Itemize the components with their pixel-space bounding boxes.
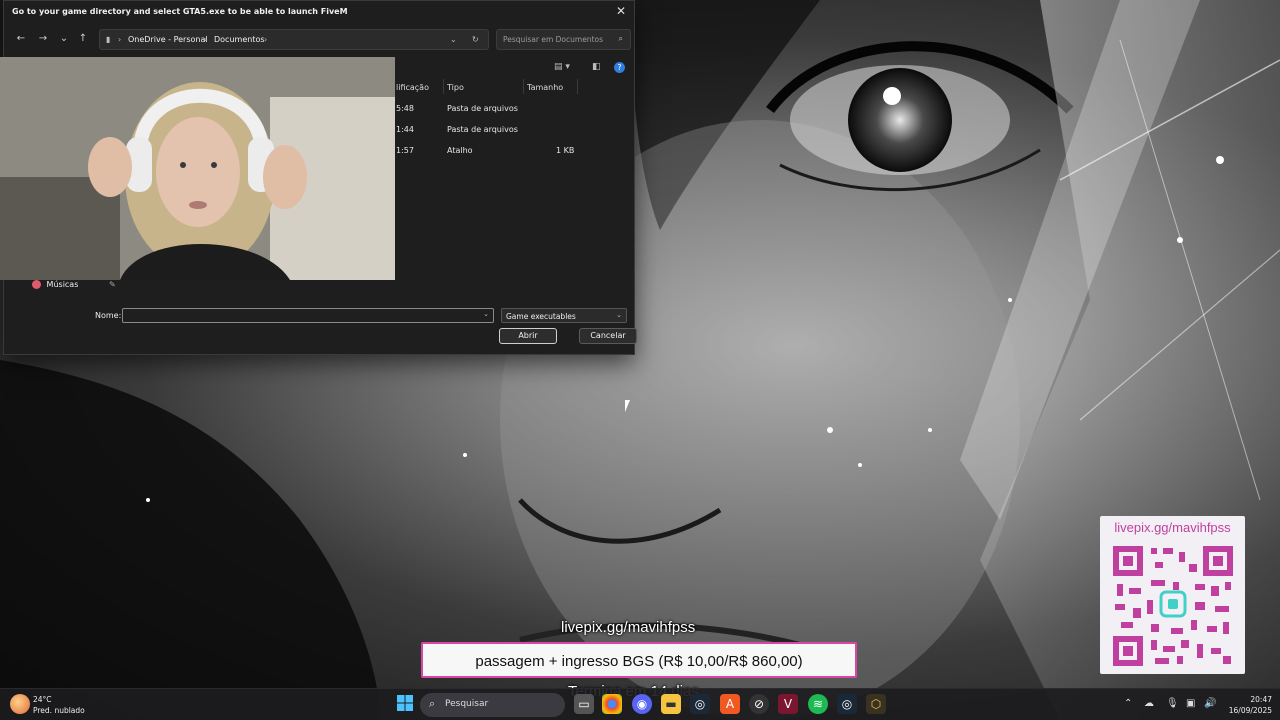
row-time: 1:44 bbox=[396, 125, 414, 134]
help-icon[interactable]: ? bbox=[614, 62, 625, 73]
chevron-down-icon: ⌄ bbox=[616, 311, 622, 319]
file-explorer-icon[interactable]: ▬ bbox=[661, 694, 681, 714]
breadcrumb-onedrive[interactable]: OneDrive - Personal bbox=[128, 35, 208, 44]
chevron-right-icon: › bbox=[204, 35, 208, 44]
name-label: Nome: bbox=[95, 311, 122, 320]
search-icon: ⌕ bbox=[618, 34, 623, 43]
search-icon: ⌕ bbox=[429, 697, 436, 710]
chevron-right-icon: › bbox=[118, 35, 122, 44]
donation-goal-box: passagem + ingresso BGS (R$ 10,00/R$ 860… bbox=[421, 642, 857, 678]
file-type-value: Game executables bbox=[506, 312, 576, 321]
app-v-icon[interactable]: V bbox=[778, 694, 798, 714]
chevron-down-icon[interactable]: ⌄ bbox=[483, 310, 489, 318]
qr-code-icon bbox=[1111, 544, 1235, 668]
dialog-title: Go to your game directory and select GTA… bbox=[12, 7, 348, 16]
mouse-cursor-icon bbox=[625, 400, 630, 412]
sidebar-item-musicas[interactable]: Músicas ✎ bbox=[32, 280, 116, 289]
forward-arrow-icon[interactable]: → bbox=[35, 31, 51, 47]
up-arrow-icon[interactable]: ↑ bbox=[75, 31, 91, 47]
donation-goal-text: passagem + ingresso BGS (R$ 10,00/R$ 860… bbox=[475, 653, 803, 670]
system-clock[interactable]: 20:47 16/09/2025 bbox=[1229, 694, 1272, 716]
clock-date: 16/09/2025 bbox=[1228, 706, 1272, 715]
row-time: 5:48 bbox=[396, 104, 414, 113]
column-divider[interactable] bbox=[443, 79, 444, 94]
row-type: Pasta de arquivos bbox=[447, 104, 518, 113]
close-icon[interactable]: ✕ bbox=[614, 4, 628, 18]
steam-icon[interactable]: ◎ bbox=[690, 694, 710, 714]
chevron-down-icon[interactable]: ⌄ bbox=[450, 35, 457, 44]
clock-time: 20:47 bbox=[1250, 695, 1272, 704]
sidebar-item-label: Músicas bbox=[46, 280, 79, 289]
music-icon bbox=[32, 280, 41, 289]
app-a-icon[interactable]: A bbox=[720, 694, 740, 714]
column-type[interactable]: Tipo bbox=[447, 83, 464, 92]
app-shield-icon[interactable]: ⬡ bbox=[866, 694, 886, 714]
donation-link-text: livepix.gg/mavihfpss bbox=[561, 619, 696, 636]
qr-panel: livepix.gg/mavihfpss bbox=[1100, 516, 1245, 674]
taskbar-search-label: Pesquisar bbox=[445, 699, 489, 709]
pin-icon[interactable]: ✎ bbox=[109, 280, 116, 289]
file-type-select[interactable]: Game executables ⌄ bbox=[501, 308, 627, 323]
view-options-icon[interactable]: ▤ ▾ bbox=[554, 62, 570, 72]
weather-desc: Pred. nublado bbox=[33, 706, 85, 715]
taskbar: 24°C Pred. nublado ⌕ Pesquisar ▭ ◉ ▬ ◎ A… bbox=[0, 688, 1280, 720]
weather-icon[interactable] bbox=[10, 694, 30, 714]
row-type: Pasta de arquivos bbox=[447, 125, 518, 134]
open-button[interactable]: Abrir bbox=[499, 328, 557, 344]
spotify-icon[interactable]: ≋ bbox=[808, 694, 828, 714]
webcam-feed bbox=[0, 57, 395, 280]
microphone-icon[interactable]: 🎙 bbox=[1166, 698, 1179, 709]
chevron-down-icon[interactable]: ⌄ bbox=[56, 31, 72, 47]
cancel-button[interactable]: Cancelar bbox=[579, 328, 637, 344]
column-divider[interactable] bbox=[523, 79, 524, 94]
chevron-up-icon[interactable]: ⌃ bbox=[1124, 698, 1132, 709]
back-arrow-icon[interactable]: ← bbox=[13, 31, 29, 47]
discord-icon[interactable]: ◉ bbox=[632, 694, 652, 714]
column-size[interactable]: Tamanho bbox=[527, 83, 563, 92]
breadcrumb-documentos[interactable]: Documentos bbox=[214, 35, 265, 44]
network-icon[interactable]: ▣ bbox=[1186, 698, 1195, 709]
app-circle-icon[interactable]: ⊘ bbox=[749, 694, 769, 714]
row-time: 1:57 bbox=[396, 146, 414, 155]
volume-icon[interactable]: 🔊 bbox=[1204, 698, 1216, 709]
refresh-icon[interactable]: ↻ bbox=[472, 35, 479, 44]
filename-input[interactable]: ⌄ bbox=[122, 308, 494, 323]
taskbar-search[interactable]: ⌕ Pesquisar bbox=[420, 693, 565, 717]
column-divider[interactable] bbox=[577, 79, 578, 94]
task-view-icon[interactable]: ▭ bbox=[574, 694, 594, 714]
chevron-right-icon: › bbox=[264, 35, 268, 44]
address-bar[interactable]: ▮ › OneDrive - Personal › Documentos › ⌄… bbox=[99, 29, 489, 50]
start-windows-icon[interactable] bbox=[395, 694, 415, 714]
row-size: 1 KB bbox=[556, 146, 575, 155]
row-type: Atalho bbox=[447, 146, 473, 155]
qr-label: livepix.gg/mavihfpss bbox=[1114, 520, 1231, 535]
weather-temp: 24°C bbox=[33, 695, 52, 704]
weather-widget[interactable]: 24°C Pred. nublado bbox=[33, 694, 85, 716]
search-placeholder: Pesquisar em Documentos bbox=[503, 35, 604, 44]
onedrive-icon[interactable]: ☁ bbox=[1144, 698, 1154, 709]
search-box[interactable]: Pesquisar em Documentos ⌕ bbox=[496, 29, 631, 50]
column-modified[interactable]: lificação bbox=[396, 83, 429, 92]
preview-pane-icon[interactable]: ◧ bbox=[592, 62, 601, 72]
chrome-icon[interactable] bbox=[602, 694, 622, 714]
folder-icon: ▮ bbox=[106, 35, 111, 44]
steam-icon[interactable]: ◎ bbox=[837, 694, 857, 714]
